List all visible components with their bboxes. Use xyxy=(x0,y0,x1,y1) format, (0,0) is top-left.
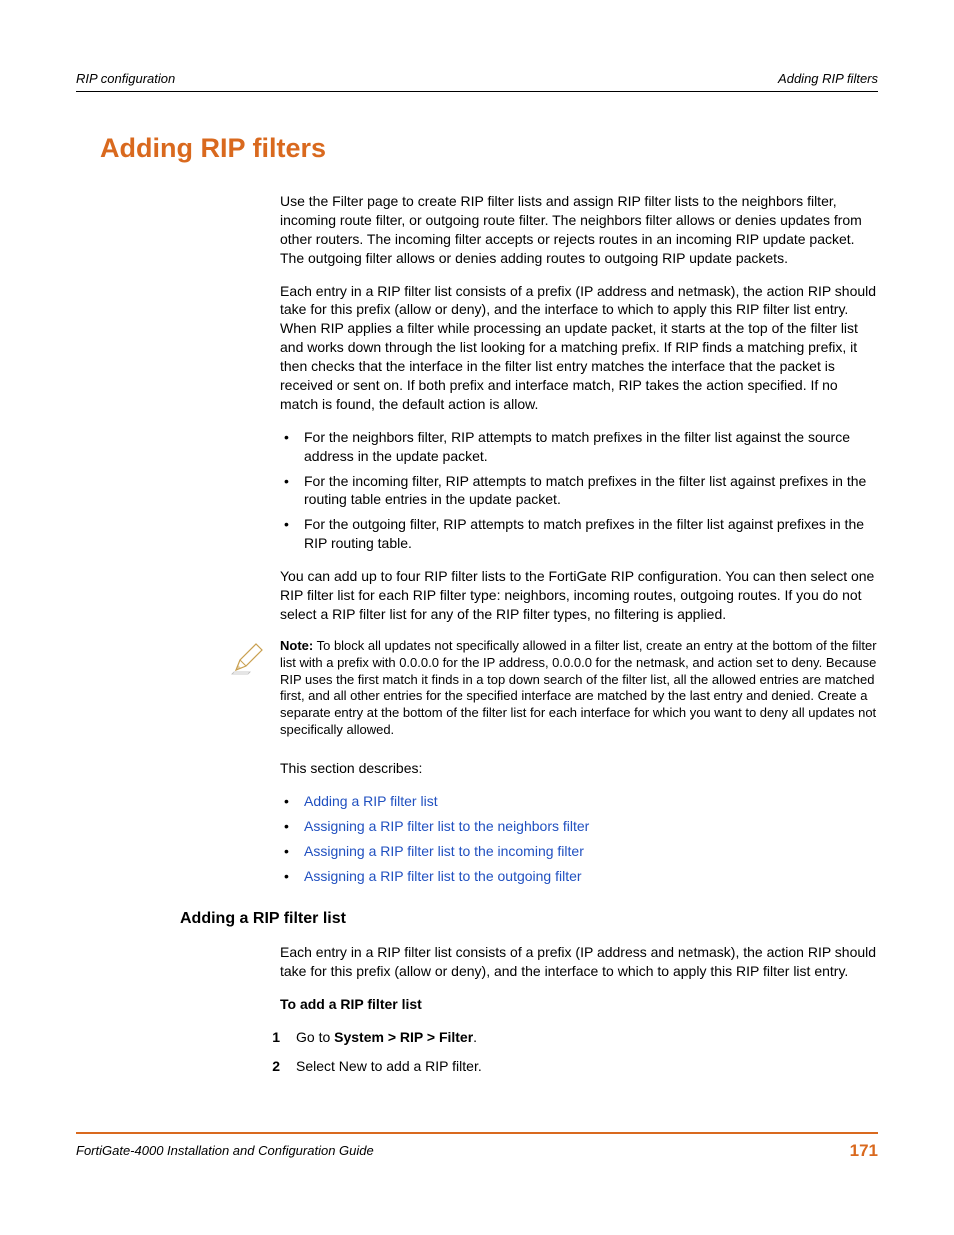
link-adding-filter-list[interactable]: Adding a RIP filter list xyxy=(304,793,438,809)
page-footer: FortiGate-4000 Installation and Configur… xyxy=(76,1132,878,1163)
header-right: Adding RIP filters xyxy=(778,70,878,88)
note-pencil-icon xyxy=(230,638,280,683)
section-links: • Adding a RIP filter list • Assigning a… xyxy=(280,792,878,886)
note-block: Note: To block all updates not specifica… xyxy=(230,638,878,739)
step-number: 2 xyxy=(266,1057,296,1076)
procedure-steps: 1 Go to System > RIP > Filter. 2 Select … xyxy=(280,1028,878,1076)
section-describes: This section describes: xyxy=(280,759,878,778)
paragraph-filter-lists: You can add up to four RIP filter lists … xyxy=(280,567,878,624)
bullet-icon: • xyxy=(280,792,304,811)
bullet-icon: • xyxy=(280,428,304,466)
intro-paragraph-1: Use the Filter page to create RIP filter… xyxy=(280,192,878,268)
bullet-icon: • xyxy=(280,472,304,510)
page-title: Adding RIP filters xyxy=(100,130,878,166)
running-header: RIP configuration Adding RIP filters xyxy=(76,70,878,92)
note-label: Note: xyxy=(280,638,313,653)
link-outgoing-filter[interactable]: Assigning a RIP filter list to the outgo… xyxy=(304,868,582,884)
link-item: • Assigning a RIP filter list to the out… xyxy=(280,867,878,886)
link-incoming-filter[interactable]: Assigning a RIP filter list to the incom… xyxy=(304,843,584,859)
bullet-text: For the neighbors filter, RIP attempts t… xyxy=(304,428,878,466)
bullet-icon: • xyxy=(280,842,304,861)
link-item: • Assigning a RIP filter list to the nei… xyxy=(280,817,878,836)
bullet-item: • For the neighbors filter, RIP attempts… xyxy=(280,428,878,466)
link-neighbors-filter[interactable]: Assigning a RIP filter list to the neigh… xyxy=(304,818,589,834)
intro-paragraph-2: Each entry in a RIP filter list consists… xyxy=(280,282,878,414)
step-text-bold: System > RIP > Filter xyxy=(334,1029,473,1045)
footer-guide-title: FortiGate-4000 Installation and Configur… xyxy=(76,1142,374,1160)
note-text: Note: To block all updates not specifica… xyxy=(280,638,878,739)
bullet-icon: • xyxy=(280,817,304,836)
filter-type-bullets: • For the neighbors filter, RIP attempts… xyxy=(280,428,878,553)
note-body: To block all updates not specifically al… xyxy=(280,638,877,737)
step-text: Go to System > RIP > Filter. xyxy=(296,1028,878,1047)
step-number: 1 xyxy=(266,1028,296,1047)
subsection-intro: Each entry in a RIP filter list consists… xyxy=(280,943,878,981)
step-item: 2 Select New to add a RIP filter. xyxy=(266,1057,878,1076)
link-item: • Assigning a RIP filter list to the inc… xyxy=(280,842,878,861)
step-text-post: . xyxy=(473,1029,477,1045)
bullet-item: • For the incoming filter, RIP attempts … xyxy=(280,472,878,510)
bullet-text: For the incoming filter, RIP attempts to… xyxy=(304,472,878,510)
link-item: • Adding a RIP filter list xyxy=(280,792,878,811)
bullet-item: • For the outgoing filter, RIP attempts … xyxy=(280,515,878,553)
procedure-heading: To add a RIP filter list xyxy=(280,995,878,1014)
header-left: RIP configuration xyxy=(76,70,175,88)
bullet-icon: • xyxy=(280,515,304,553)
footer-page-number: 171 xyxy=(850,1140,878,1163)
step-text: Select New to add a RIP filter. xyxy=(296,1057,878,1076)
step-item: 1 Go to System > RIP > Filter. xyxy=(266,1028,878,1047)
subsection-title: Adding a RIP filter list xyxy=(180,908,878,930)
step-text-pre: Go to xyxy=(296,1029,334,1045)
bullet-text: For the outgoing filter, RIP attempts to… xyxy=(304,515,878,553)
bullet-icon: • xyxy=(280,867,304,886)
